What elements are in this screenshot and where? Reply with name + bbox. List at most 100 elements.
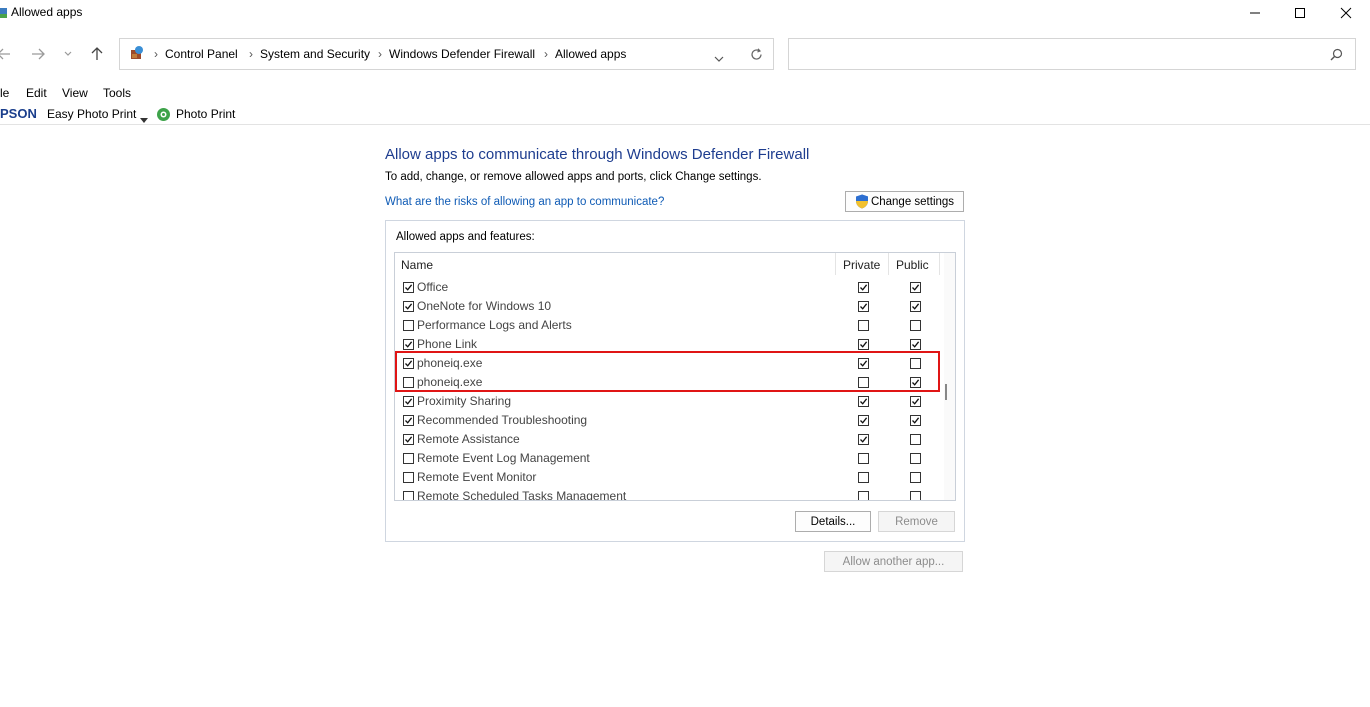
page-subtitle: To add, change, or remove allowed apps a… xyxy=(385,171,762,183)
column-private[interactable]: Private xyxy=(843,258,880,272)
public-checkbox[interactable] xyxy=(910,282,921,293)
change-settings-label: Change settings xyxy=(870,195,955,208)
app-name: Recommended Troubleshooting xyxy=(417,413,588,427)
allow-another-app-button[interactable]: Allow another app... xyxy=(824,551,963,572)
search-input[interactable] xyxy=(788,38,1356,70)
list-item[interactable]: Proximity Sharing xyxy=(395,392,935,411)
maximize-button[interactable] xyxy=(1277,0,1323,26)
enabled-checkbox[interactable] xyxy=(403,491,414,500)
minimize-button[interactable] xyxy=(1232,0,1278,26)
menu-file[interactable]: le xyxy=(0,86,9,100)
easy-photo-print-button[interactable]: Easy Photo Print xyxy=(47,107,136,121)
refresh-icon[interactable] xyxy=(750,48,763,64)
group-label: Allowed apps and features: xyxy=(396,231,535,243)
back-arrow-icon[interactable] xyxy=(0,44,14,64)
column-public[interactable]: Public xyxy=(896,258,929,272)
private-checkbox[interactable] xyxy=(858,453,869,464)
breadcrumb-allowed-apps[interactable]: Allowed apps xyxy=(555,47,626,61)
app-name: Remote Event Monitor xyxy=(417,470,537,484)
photo-print-button[interactable]: Photo Print xyxy=(176,107,235,121)
public-checkbox[interactable] xyxy=(910,415,921,426)
public-checkbox[interactable] xyxy=(910,301,921,312)
list-item[interactable]: Recommended Troubleshooting xyxy=(395,411,935,430)
app-name: Remote Event Log Management xyxy=(417,451,590,465)
list-item[interactable]: Remote Assistance xyxy=(395,430,935,449)
list-item[interactable]: Performance Logs and Alerts xyxy=(395,316,935,335)
list-header: Name Private Public xyxy=(395,253,955,275)
breadcrumb-system-security[interactable]: System and Security xyxy=(260,47,370,61)
column-divider xyxy=(888,253,889,275)
menu-tools[interactable]: Tools xyxy=(103,86,131,100)
enabled-checkbox[interactable] xyxy=(403,282,414,293)
column-divider xyxy=(939,253,940,275)
menu-edit[interactable]: Edit xyxy=(26,86,47,100)
control-panel-icon xyxy=(129,45,145,61)
list-item[interactable]: Remote Scheduled Tasks Management xyxy=(395,487,935,501)
public-checkbox[interactable] xyxy=(910,339,921,350)
up-arrow-icon[interactable] xyxy=(87,44,107,64)
address-dropdown-icon[interactable] xyxy=(714,51,724,65)
public-checkbox[interactable] xyxy=(910,320,921,331)
uac-shield-icon xyxy=(855,194,869,209)
forward-arrow-icon[interactable] xyxy=(28,44,48,64)
toolbar-divider xyxy=(0,124,1370,125)
scrollbar-track[interactable] xyxy=(944,253,955,500)
private-checkbox[interactable] xyxy=(858,282,869,293)
enabled-checkbox[interactable] xyxy=(403,453,414,464)
enabled-checkbox[interactable] xyxy=(403,301,414,312)
app-name: Phone Link xyxy=(417,337,478,351)
breadcrumb-firewall[interactable]: Windows Defender Firewall xyxy=(389,47,535,61)
menu-view[interactable]: View xyxy=(62,86,88,100)
public-checkbox[interactable] xyxy=(910,472,921,483)
enabled-checkbox[interactable] xyxy=(403,434,414,445)
page-title: Allow apps to communicate through Window… xyxy=(385,146,810,163)
private-checkbox[interactable] xyxy=(858,472,869,483)
column-name[interactable]: Name xyxy=(401,258,433,272)
enabled-checkbox[interactable] xyxy=(403,320,414,331)
highlight-box xyxy=(395,351,940,392)
private-checkbox[interactable] xyxy=(858,415,869,426)
private-checkbox[interactable] xyxy=(858,339,869,350)
close-button[interactable] xyxy=(1323,0,1369,26)
private-checkbox[interactable] xyxy=(858,320,869,331)
details-button[interactable]: Details... xyxy=(795,511,871,532)
search-icon[interactable] xyxy=(1330,48,1343,64)
list-item[interactable]: OneNote for Windows 10 xyxy=(395,297,935,316)
private-checkbox[interactable] xyxy=(858,434,869,445)
private-checkbox[interactable] xyxy=(858,301,869,312)
epson-logo: PSON xyxy=(0,106,37,121)
public-checkbox[interactable] xyxy=(910,396,921,407)
recent-chevron-icon[interactable] xyxy=(58,44,78,64)
app-name: Remote Scheduled Tasks Management xyxy=(417,489,627,501)
scrollbar-thumb[interactable] xyxy=(945,384,947,400)
chevron-right-icon: › xyxy=(249,47,253,61)
chevron-right-icon: › xyxy=(378,47,382,61)
enabled-checkbox[interactable] xyxy=(403,472,414,483)
address-bar[interactable]: › Control Panel › System and Security › … xyxy=(119,38,774,70)
enabled-checkbox[interactable] xyxy=(403,415,414,426)
app-name: Performance Logs and Alerts xyxy=(417,318,572,332)
public-checkbox[interactable] xyxy=(910,434,921,445)
public-checkbox[interactable] xyxy=(910,453,921,464)
app-name: Proximity Sharing xyxy=(417,394,512,408)
private-checkbox[interactable] xyxy=(858,491,869,500)
remove-button[interactable]: Remove xyxy=(878,511,955,532)
public-checkbox[interactable] xyxy=(910,491,921,500)
app-name: OneNote for Windows 10 xyxy=(417,299,552,313)
breadcrumb-control-panel[interactable]: Control Panel xyxy=(165,47,238,61)
list-item[interactable]: Remote Event Monitor xyxy=(395,468,935,487)
enabled-checkbox[interactable] xyxy=(403,339,414,350)
chevron-right-icon: › xyxy=(544,47,548,61)
list-item[interactable]: Office xyxy=(395,278,935,297)
private-checkbox[interactable] xyxy=(858,396,869,407)
enabled-checkbox[interactable] xyxy=(403,396,414,407)
column-divider xyxy=(835,253,836,275)
app-name: Office xyxy=(417,280,449,294)
photo-print-icon xyxy=(156,107,171,125)
list-item[interactable]: Remote Event Log Management xyxy=(395,449,935,468)
risks-link[interactable]: What are the risks of allowing an app to… xyxy=(385,196,664,208)
app-name: Remote Assistance xyxy=(417,432,520,446)
chevron-right-icon: › xyxy=(154,47,158,61)
change-settings-button[interactable]: Change settings xyxy=(845,191,964,212)
window-title: Allowed apps xyxy=(11,5,83,19)
